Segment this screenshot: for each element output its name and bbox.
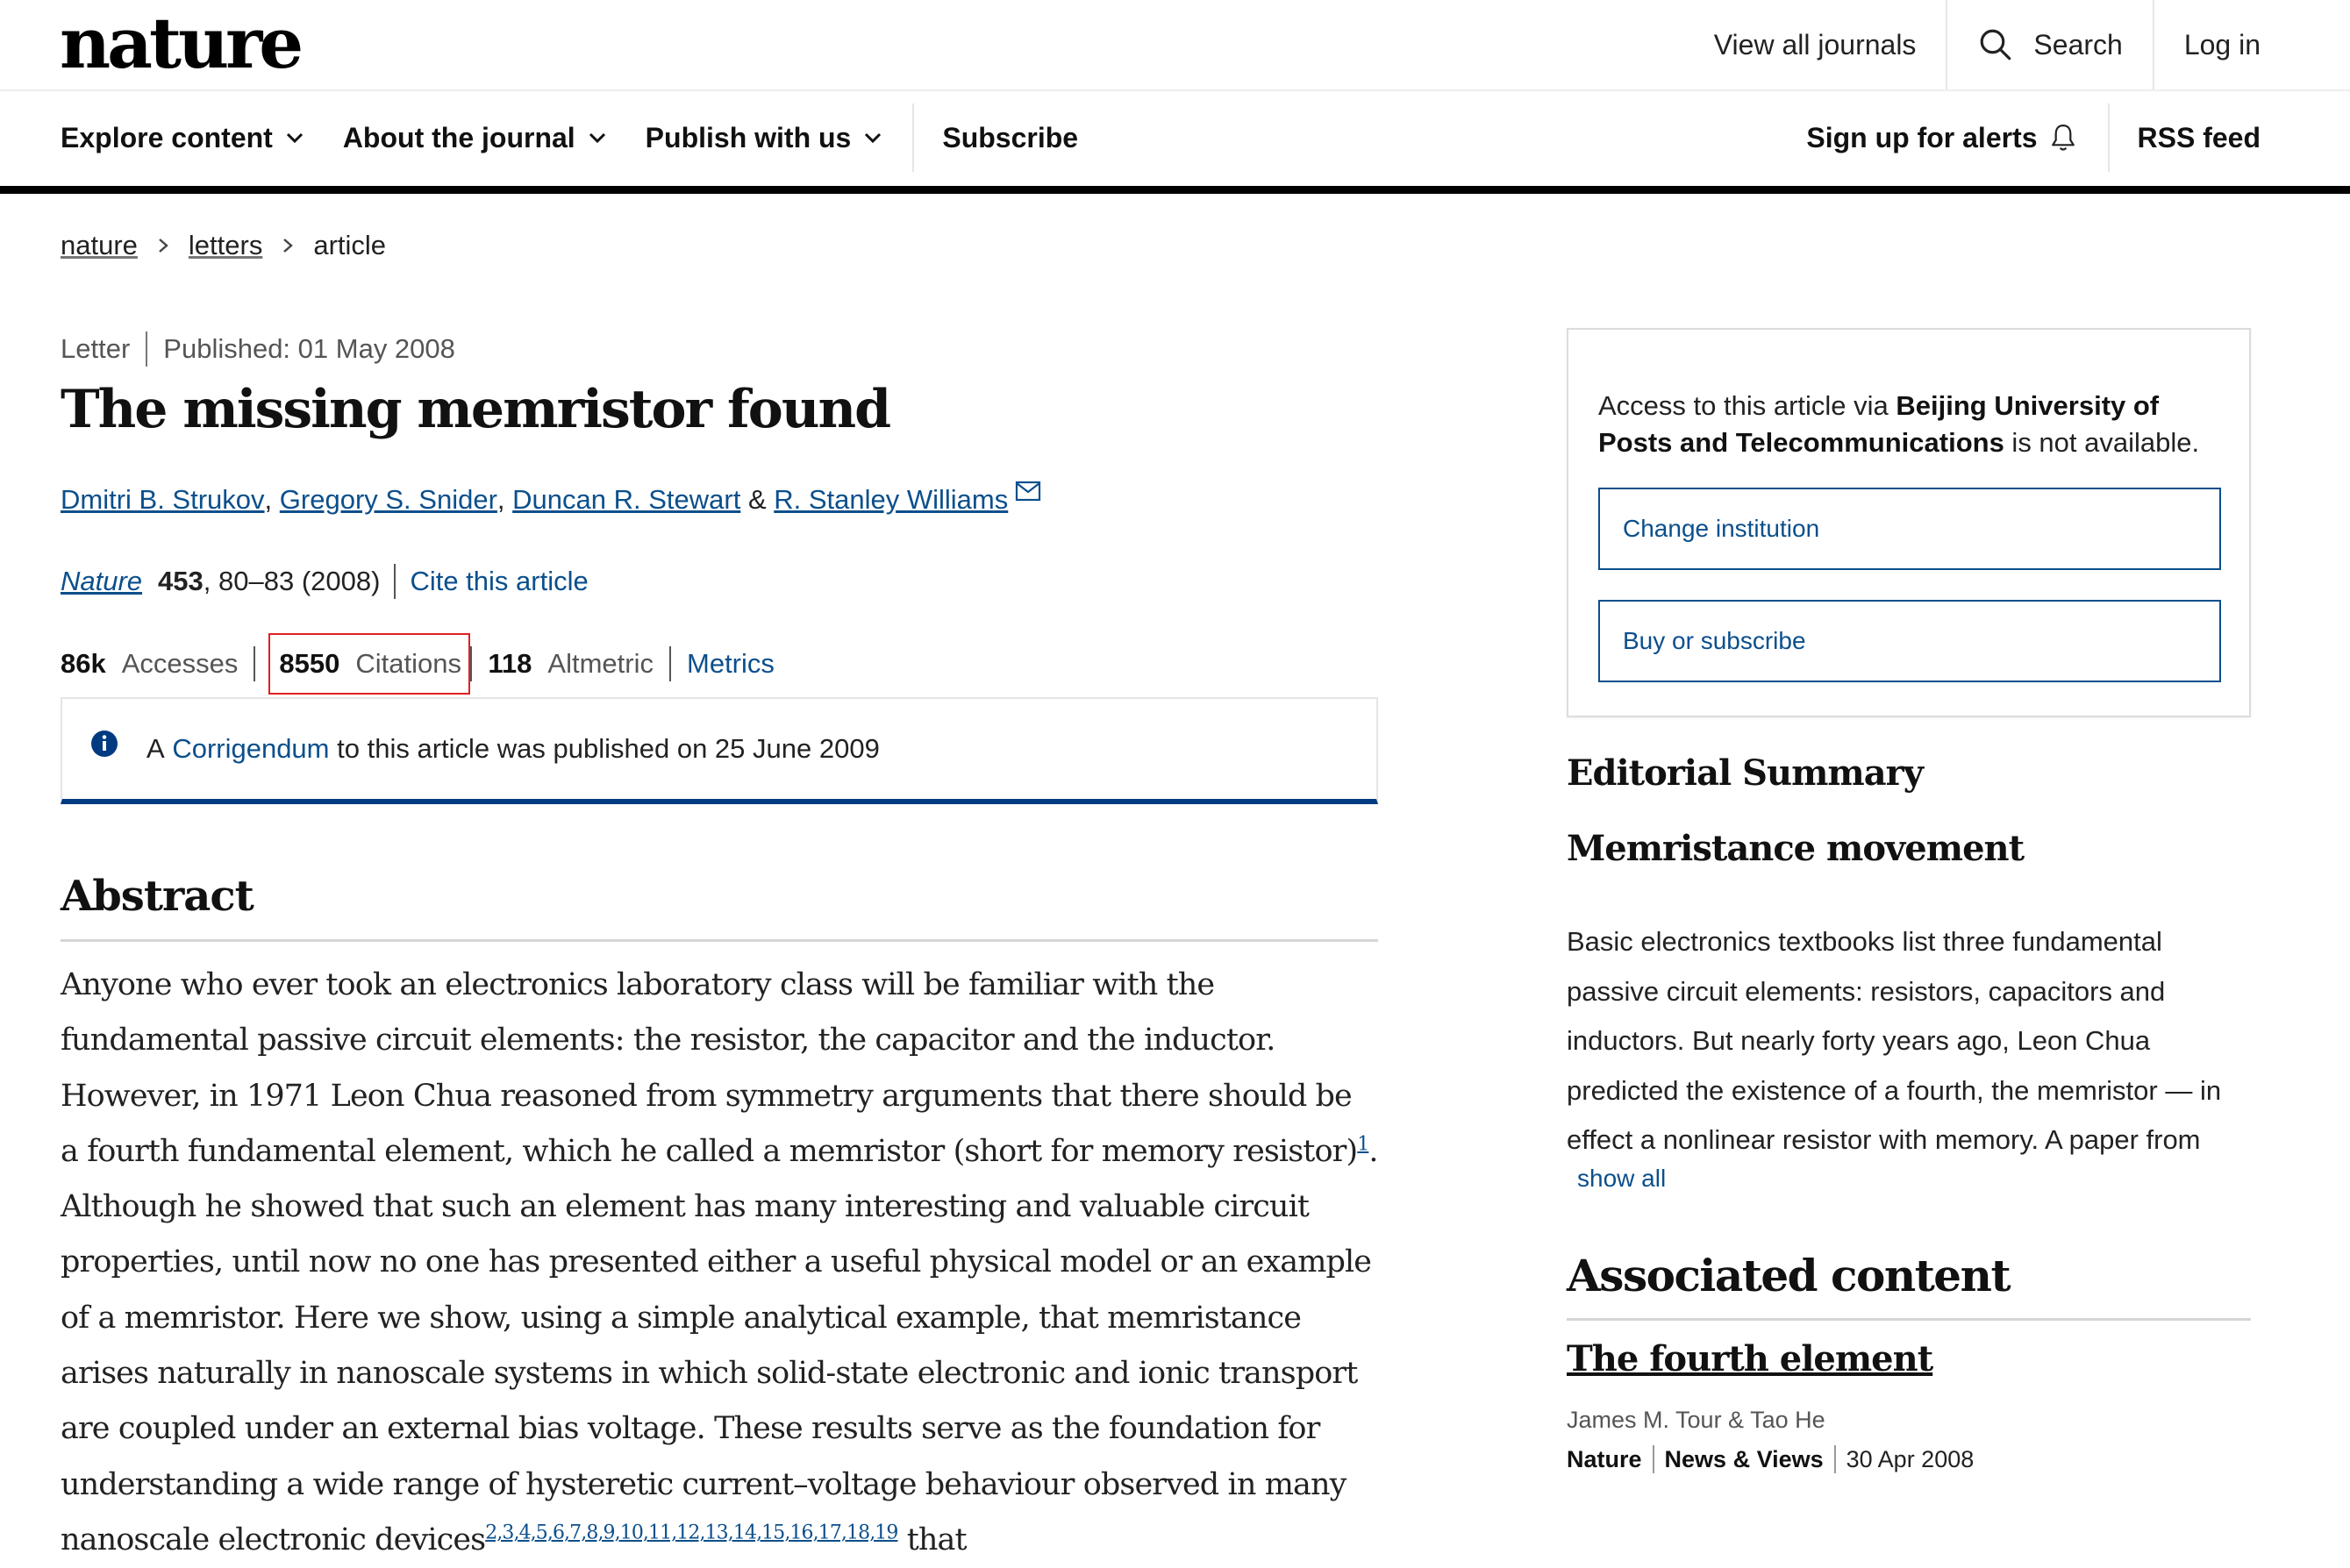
reference-links[interactable]: 2,3,4,5,6,7,8,9,10,11,12,13,14,15,16,17,…: [485, 1522, 898, 1543]
sign-up-alerts-link[interactable]: Sign up for alerts: [1806, 122, 2077, 154]
author-link[interactable]: Dmitri B. Strukov: [61, 484, 265, 516]
search-button[interactable]: Search: [1946, 0, 2152, 89]
author-link[interactable]: Gregory S. Snider: [280, 484, 497, 516]
notice-prefix: A: [146, 733, 165, 764]
abstract-text: Anyone who ever took an electronics labo…: [61, 967, 1358, 1169]
nav-divider: [912, 103, 915, 172]
nav-about-journal[interactable]: About the journal: [343, 122, 607, 154]
associated-date: 30 Apr 2008: [1846, 1445, 1975, 1472]
abstract-rule: [61, 939, 1378, 942]
nav-divider: [2107, 103, 2110, 172]
breadcrumb-nature[interactable]: nature: [61, 230, 138, 261]
article-type: Letter: [61, 333, 131, 364]
associated-content-heading: Associated content: [1567, 1250, 2011, 1301]
author-list: Dmitri B. Strukov, Gregory S. Snider, Du…: [61, 481, 1041, 516]
rss-feed-link[interactable]: RSS feed: [2138, 122, 2261, 154]
nav-about-label: About the journal: [342, 121, 575, 153]
header-actions: View all journals Search Log in: [1684, 0, 2261, 89]
login-link[interactable]: Log in: [2152, 0, 2261, 89]
abstract-text: that: [897, 1522, 968, 1557]
meta-divider: [1652, 1445, 1654, 1473]
cite-article-link[interactable]: Cite this article: [410, 566, 588, 597]
buy-or-subscribe-button[interactable]: Buy or subscribe: [1598, 600, 2221, 682]
altmetric-label: Altmetric: [547, 648, 654, 679]
author-link[interactable]: R. Stanley Williams: [774, 484, 1008, 516]
associated-rule: [1567, 1318, 2251, 1321]
nav-publish-with-us[interactable]: Publish with us: [646, 122, 883, 154]
notice-text: to this article was published on 25 June…: [337, 733, 880, 764]
nature-logo[interactable]: nature: [60, 2, 304, 84]
chevron-right-icon: [283, 239, 294, 253]
associated-journal: Nature: [1567, 1445, 1642, 1472]
citations-value: 8550: [279, 648, 340, 679]
article-meta: Letter Published: 01 May 2008: [61, 331, 455, 367]
alerts-label: Sign up for alerts: [1806, 121, 2038, 153]
nav-explore-content[interactable]: Explore content: [61, 122, 304, 154]
journal-pages: , 80–83 (2008): [203, 566, 381, 596]
nav-left: Explore content About the journal Publis…: [61, 91, 1117, 184]
breadcrumb-current: article: [313, 230, 387, 260]
author-separator: ,: [264, 484, 273, 515]
author-link[interactable]: Duncan R. Stewart: [512, 484, 740, 516]
abstract-heading: Abstract: [61, 872, 254, 921]
breadcrumb: nature letters article: [61, 230, 386, 261]
search-label: Search: [2033, 28, 2123, 61]
metrics-divider: [669, 646, 671, 681]
access-message: Access to this article via Beijing Unive…: [1598, 388, 2223, 461]
institution-access-box: Access to this article via Beijing Unive…: [1567, 328, 2251, 717]
corrigendum-notice: A Corrigendum to this article was publis…: [61, 697, 1378, 804]
citations-label: Citations: [355, 648, 461, 679]
citations-highlight: 8550 Citations: [268, 633, 471, 695]
show-all-link[interactable]: show all: [1577, 1165, 1666, 1193]
access-prefix: Access to this article via: [1598, 390, 1896, 421]
abstract-text: . Although he showed that such an elemen…: [61, 1133, 1378, 1557]
metrics-divider: [254, 646, 256, 681]
corrigendum-link[interactable]: Corrigendum: [172, 733, 329, 765]
altmetric-value: 118: [488, 648, 532, 679]
main-nav: Explore content About the journal Publis…: [0, 91, 2350, 184]
reference-link[interactable]: 1: [1357, 1133, 1369, 1155]
metrics-divider: [470, 646, 473, 681]
view-all-journals-link[interactable]: View all journals: [1684, 0, 1946, 89]
meta-divider: [146, 331, 148, 367]
nav-subscribe[interactable]: Subscribe: [942, 122, 1078, 154]
chevron-down-icon: [286, 132, 303, 144]
published-date: Published: 01 May 2008: [163, 333, 455, 364]
citation-line: Nature 453 , 80–83 (2008) Cite this arti…: [61, 564, 589, 599]
associated-meta: Nature News & Views 30 Apr 2008: [1567, 1445, 1974, 1473]
author-ampersand: &: [747, 484, 767, 515]
abstract-body: Anyone who ever took an electronics labo…: [61, 958, 1378, 1568]
editorial-summary-heading: Editorial Summary: [1567, 752, 1924, 794]
search-icon: [1981, 29, 2011, 61]
accesses-label: Accesses: [121, 648, 239, 679]
info-icon: [91, 731, 118, 757]
article-title: The missing memristor found: [61, 379, 891, 440]
meta-divider: [394, 564, 396, 599]
article-metrics: 86k Accesses 8550 Citations 118 Altmetri…: [61, 633, 775, 695]
site-header: nature View all journals Search Log in: [0, 0, 2350, 91]
change-institution-button[interactable]: Change institution: [1598, 488, 2221, 570]
chevron-down-icon: [589, 132, 605, 144]
accesses-value: 86k: [61, 648, 106, 679]
author-separator: ,: [496, 484, 505, 515]
editorial-summary-title: Memristance movement: [1567, 828, 2025, 869]
nav-publish-label: Publish with us: [645, 121, 852, 153]
associated-authors: James M. Tour & Tao He: [1567, 1407, 1825, 1433]
access-suffix: is not available.: [2004, 427, 2200, 458]
mail-icon[interactable]: [1015, 481, 1041, 502]
journal-link[interactable]: Nature: [61, 566, 142, 597]
header-rule: [0, 186, 2350, 194]
associated-type: News & Views: [1664, 1445, 1824, 1472]
meta-divider: [1833, 1445, 1836, 1473]
breadcrumb-letters[interactable]: letters: [189, 230, 262, 261]
associated-article-link[interactable]: The fourth element: [1567, 1338, 1933, 1379]
nav-explore-label: Explore content: [61, 121, 273, 153]
metrics-link[interactable]: Metrics: [687, 648, 775, 680]
editorial-summary-text: Basic electronics textbooks list three f…: [1567, 926, 2222, 1155]
chevron-right-icon: [159, 239, 168, 253]
nav-right: Sign up for alerts RSS feed: [1806, 91, 2261, 184]
journal-volume: 453: [158, 566, 204, 596]
chevron-down-icon: [865, 132, 882, 144]
bell-icon: [2051, 125, 2075, 151]
